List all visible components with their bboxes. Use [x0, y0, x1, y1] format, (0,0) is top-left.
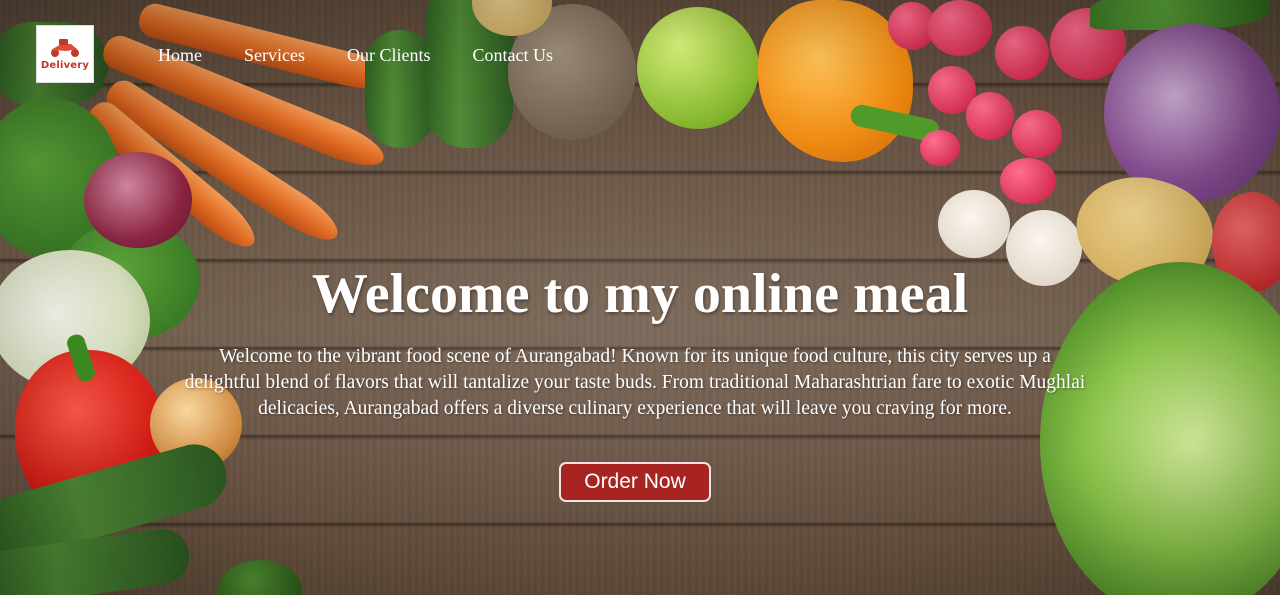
nav-link-contact-us[interactable]: Contact Us — [472, 45, 553, 66]
order-now-button[interactable]: Order Now — [559, 462, 711, 502]
main-nav: Home Services Our Clients Contact Us — [158, 45, 595, 66]
nav-link-services[interactable]: Services — [244, 45, 305, 66]
nav-link-our-clients[interactable]: Our Clients — [347, 45, 431, 66]
logo-label: Delivery — [40, 59, 90, 71]
hero-title: Welcome to my online meal — [311, 263, 969, 325]
hero-description: Welcome to the vibrant food scene of Aur… — [184, 346, 1086, 419]
nav-link-home[interactable]: Home — [158, 45, 202, 66]
brand-logo[interactable]: Delivery — [36, 25, 94, 83]
scooter-delivery-icon — [47, 38, 83, 58]
